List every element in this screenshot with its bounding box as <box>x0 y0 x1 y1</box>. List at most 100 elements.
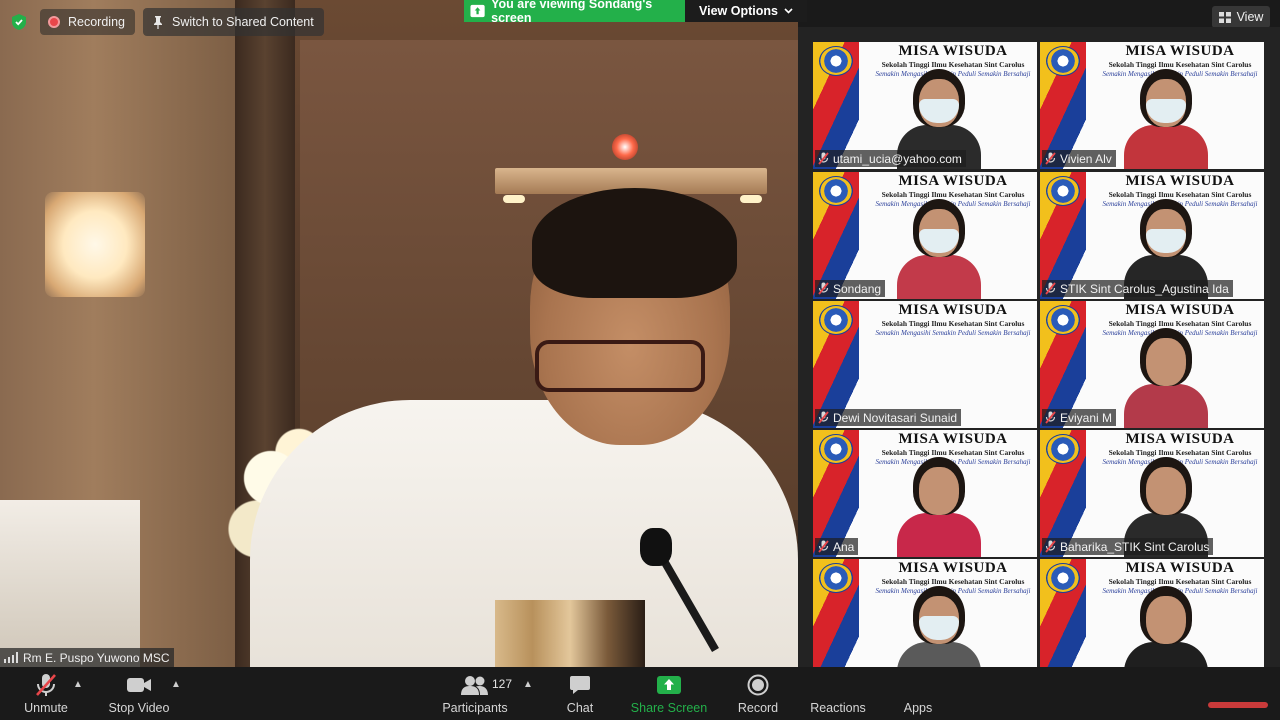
participant-video <box>897 457 981 557</box>
participant-name: Eviyani M <box>1060 410 1113 425</box>
speaker-name-tag: Rm E. Puspo Yuwono MSC <box>0 648 174 667</box>
tile-banner-title: MISA WISUDA <box>1125 560 1235 576</box>
participants-icon <box>461 675 488 695</box>
participant-tile[interactable]: MISA WISUDA Sekolah Tinggi Ilmu Kesehatan… <box>813 172 1037 299</box>
altar <box>0 500 140 667</box>
tile-banner-subtitle: Sekolah Tinggi Ilmu Kesehatan Sint Carol… <box>1108 319 1252 328</box>
participant-tile[interactable]: MISA WISUDA Sekolah Tinggi Ilmu Kesehatan… <box>813 430 1037 557</box>
chat-label: Chat <box>566 700 594 715</box>
school-logo-icon <box>819 176 853 206</box>
reactions-button[interactable]: Reactions <box>806 667 870 720</box>
school-logo-icon <box>1046 46 1080 76</box>
school-logo-icon <box>819 46 853 76</box>
tile-banner-title: MISA WISUDA <box>898 43 1008 59</box>
shelf-light <box>740 195 762 203</box>
participant-tile[interactable]: MISA WISUDA Sekolah Tinggi Ilmu Kesehatan… <box>1040 430 1264 557</box>
participant-tile[interactable]: MISA WISUDA Sekolah Tinggi Ilmu Kesehatan… <box>813 42 1037 169</box>
candles <box>495 600 645 667</box>
signal-strength-icon <box>4 652 18 663</box>
tile-banner-subtitle: Sekolah Tinggi Ilmu Kesehatan Sint Carol… <box>881 577 1025 586</box>
speaker-hair <box>532 188 737 298</box>
tile-banner-subtitle: Sekolah Tinggi Ilmu Kesehatan Sint Carol… <box>1108 448 1252 457</box>
muted-microphone-icon <box>1045 411 1056 424</box>
recording-label: Recording <box>68 15 125 29</box>
participant-name-tag: utami_ucia@yahoo.com <box>815 150 966 167</box>
tile-banner-subtitle: Sekolah Tinggi Ilmu Kesehatan Sint Carol… <box>881 448 1025 457</box>
tile-banner-subtitle: Sekolah Tinggi Ilmu Kesehatan Sint Carol… <box>1108 60 1252 69</box>
share-screen-button[interactable]: Share Screen <box>628 667 710 720</box>
shelf-light <box>503 195 525 203</box>
pin-icon <box>153 16 162 29</box>
participant-tile[interactable]: MISA WISUDA Sekolah Tinggi Ilmu Kesehatan… <box>1040 172 1264 299</box>
participant-name-tag: Eviyani M <box>1042 409 1117 426</box>
switch-to-shared-content-button[interactable]: Switch to Shared Content <box>142 8 324 36</box>
tile-banner-title: MISA WISUDA <box>898 560 1008 576</box>
participant-name-tag: Baharika_STIK Sint Carolus <box>1042 538 1214 555</box>
participant-tile[interactable]: MISA WISUDA Sekolah Tinggi Ilmu Kesehatan… <box>1040 301 1264 428</box>
school-logo-icon <box>819 305 853 335</box>
share-screen-icon <box>470 4 485 18</box>
grid-view-icon <box>1218 11 1231 23</box>
tile-banner-title: MISA WISUDA <box>1125 431 1235 447</box>
tile-banner-subtitle: Sekolah Tinggi Ilmu Kesehatan Sint Carol… <box>1108 577 1252 586</box>
participant-body <box>897 255 981 299</box>
recording-indicator[interactable]: Recording <box>40 9 135 35</box>
stop-video-button[interactable]: Stop Video <box>100 667 178 720</box>
muted-microphone-icon <box>818 540 829 553</box>
muted-microphone-icon <box>36 673 56 696</box>
participant-tile[interactable]: MISA WISUDA Sekolah Tinggi Ilmu Kesehatan… <box>813 301 1037 428</box>
participant-body <box>897 513 981 557</box>
viewing-banner-text: You are viewing Sondang's screen <box>491 0 653 25</box>
chat-button[interactable]: Chat <box>552 667 608 720</box>
participant-face <box>1146 467 1186 515</box>
active-speaker-video <box>0 0 798 667</box>
participants-label: Participants <box>442 700 508 715</box>
participant-face <box>1146 596 1186 644</box>
school-logo-icon <box>819 434 853 464</box>
participant-body <box>1124 125 1208 169</box>
tile-banner-title: MISA WISUDA <box>1125 302 1235 318</box>
muted-microphone-icon <box>1045 152 1056 165</box>
record-button[interactable]: Record <box>730 667 786 720</box>
view-layout-button[interactable]: View <box>1212 6 1270 28</box>
participants-button[interactable]: Participants <box>436 667 514 720</box>
participants-options-caret-icon[interactable]: ▲ <box>523 679 533 690</box>
recording-dot-icon <box>48 16 60 28</box>
tile-banner-title: MISA WISUDA <box>1125 43 1235 59</box>
share-screen-arrow-icon <box>657 675 681 694</box>
chevron-down-icon <box>784 8 793 14</box>
apps-button[interactable]: Apps <box>896 667 940 720</box>
participant-name: STIK Sint Carolus_Agustina Ida <box>1060 281 1229 296</box>
video-options-caret-icon[interactable]: ▲ <box>171 679 181 690</box>
participant-name-tag: Dewi Novitasari Sunaid <box>815 409 962 426</box>
tile-banner-title: MISA WISUDA <box>1125 173 1235 189</box>
tile-banner-subtitle: Sekolah Tinggi Ilmu Kesehatan Sint Carol… <box>881 60 1025 69</box>
view-options-menu[interactable]: View Options <box>685 0 807 22</box>
record-label: Record <box>737 700 779 715</box>
participant-name-tag: Sondang <box>815 280 886 297</box>
meeting-toolbar: Unmute ▲ Stop Video ▲ Participants 127 ▲… <box>0 667 1280 720</box>
muted-microphone-icon <box>818 152 829 165</box>
encryption-shield-icon[interactable] <box>6 9 32 35</box>
video-camera-icon <box>127 677 151 692</box>
end-meeting-button[interactable] <box>1208 702 1268 708</box>
tile-banner-subtitle: Sekolah Tinggi Ilmu Kesehatan Sint Carol… <box>881 190 1025 199</box>
tile-banner-title: MISA WISUDA <box>898 302 1008 318</box>
participants-count: 127 <box>492 677 513 691</box>
participant-name: utami_ucia@yahoo.com <box>833 151 962 166</box>
participant-video <box>1124 328 1208 428</box>
sanctuary-lamp <box>612 134 638 160</box>
participant-name: Dewi Novitasari Sunaid <box>833 410 958 425</box>
meeting-status-bar: Recording Switch to Shared Content <box>6 8 324 36</box>
muted-microphone-icon <box>1045 540 1056 553</box>
participant-tile[interactable]: MISA WISUDA Sekolah Tinggi Ilmu Kesehatan… <box>1040 42 1264 169</box>
participant-body <box>1124 384 1208 428</box>
school-logo-icon <box>1046 176 1080 206</box>
participant-name: Sondang <box>833 281 882 296</box>
tile-banner-subtitle: Sekolah Tinggi Ilmu Kesehatan Sint Carol… <box>1108 190 1252 199</box>
tile-banner-title: MISA WISUDA <box>898 431 1008 447</box>
zoom-meeting-window: Recording Switch to Shared Content You a… <box>0 0 1280 720</box>
audio-options-caret-icon[interactable]: ▲ <box>73 679 83 690</box>
unmute-label: Unmute <box>24 700 68 715</box>
unmute-button[interactable]: Unmute <box>14 667 78 720</box>
